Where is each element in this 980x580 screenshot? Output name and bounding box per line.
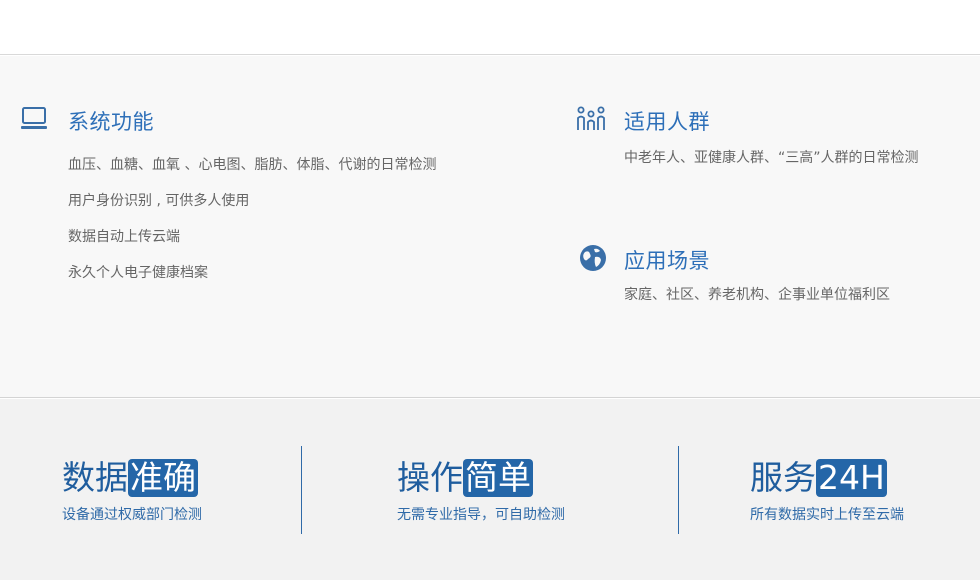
audience-title: 适用人群	[624, 110, 710, 134]
laptop-icon	[21, 107, 47, 129]
stat-subtitle: 所有数据实时上传至云端	[750, 507, 904, 523]
stat-subtitle: 无需专业指导，可自助检测	[397, 507, 565, 523]
stat-title: 操作 简单	[397, 458, 565, 498]
divider	[678, 446, 679, 534]
system-feature-line: 用户身份识别 , 可供多人使用	[68, 193, 250, 209]
stat-accurate: 数据 准确 设备通过权威部门检测	[62, 458, 202, 524]
people-group-icon	[577, 106, 605, 130]
stat-simple: 操作 简单 无需专业指导，可自助检测	[397, 458, 565, 524]
system-feature-line: 数据自动上传云端	[68, 229, 180, 245]
stat-title: 服务 24H	[750, 458, 904, 498]
stat-title-highlight: 准确	[128, 458, 198, 497]
stat-subtitle: 设备通过权威部门检测	[62, 507, 202, 523]
stat-title-prefix: 服务	[750, 458, 816, 497]
divider	[301, 446, 302, 534]
system-feature-line: 血压、血糖、血氧 、心电图、脂肪、体脂、代谢的日常检测	[68, 157, 437, 173]
audience-text: 中老年人、亚健康人群、“三高”人群的日常检测	[624, 150, 919, 166]
top-band	[0, 0, 980, 55]
system-feature-line: 永久个人电子健康档案	[68, 265, 208, 281]
stat-title-prefix: 数据	[62, 458, 128, 497]
scenarios-title: 应用场景	[624, 249, 710, 273]
stat-title-prefix: 操作	[397, 458, 463, 497]
scenarios-text: 家庭、社区、养老机构、企事业单位福利区	[624, 287, 890, 303]
system-features-title: 系统功能	[68, 110, 154, 134]
stat-title-highlight: 24H	[816, 458, 887, 497]
globe-icon	[580, 245, 606, 271]
stat-title-highlight: 简单	[463, 458, 533, 497]
stat-service: 服务 24H 所有数据实时上传至云端	[750, 458, 904, 524]
stat-title: 数据 准确	[62, 458, 202, 498]
